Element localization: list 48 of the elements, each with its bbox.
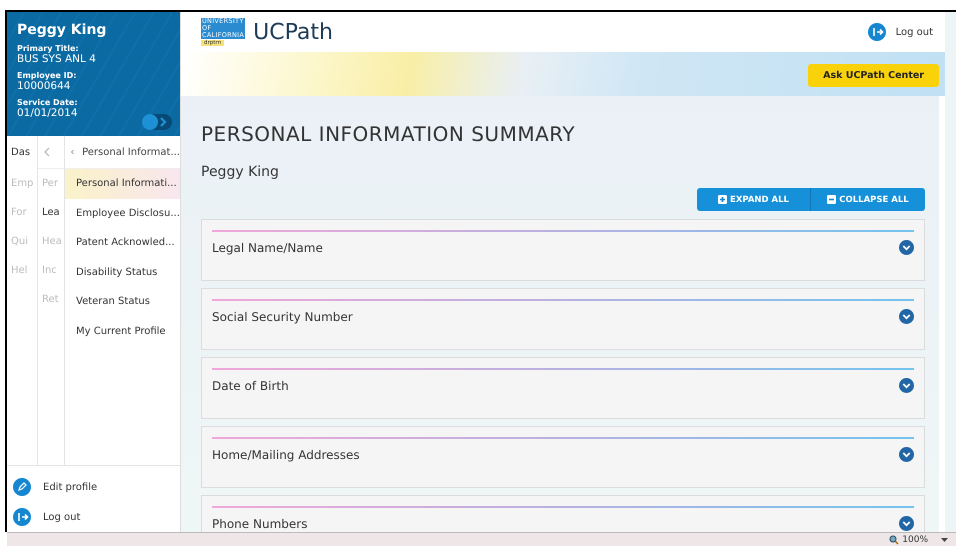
toggle-icon[interactable] xyxy=(142,114,172,130)
field-label: Primary Title: xyxy=(17,44,80,53)
accordion-card[interactable]: Home/Mailing Addresses xyxy=(201,426,925,488)
zoom-icon[interactable] xyxy=(889,534,900,544)
section-title: Date of Birth xyxy=(212,378,289,392)
plus-icon xyxy=(718,195,728,204)
menu-item[interactable]: Employee Disclosu... xyxy=(65,198,180,228)
chevron-down-icon[interactable] xyxy=(899,309,914,324)
zoom-level[interactable]: 100% xyxy=(902,534,928,544)
menu-item[interactable]: Das xyxy=(7,136,37,169)
section-title: Home/Mailing Addresses xyxy=(212,448,360,462)
menu-item[interactable]: Personal Informati... xyxy=(65,169,180,198)
chevron-down-icon[interactable] xyxy=(899,378,914,393)
logout-icon[interactable] xyxy=(13,508,31,526)
accordion-card[interactable]: Legal Name/Name xyxy=(201,219,925,281)
chevron-down-icon[interactable] xyxy=(899,516,914,531)
employee-name: Peggy King xyxy=(17,22,108,38)
field-value: 01/01/2014 xyxy=(17,107,79,119)
menu-item[interactable]: Disability Status xyxy=(65,258,180,287)
footer-link[interactable]: Edit profile xyxy=(43,482,98,492)
accordion-card[interactable]: Phone Numbers xyxy=(201,495,925,532)
section-title: Phone Numbers xyxy=(212,516,308,530)
dropdown-caret-icon[interactable] xyxy=(941,538,948,542)
accordion-card[interactable]: Date of Birth xyxy=(201,357,925,419)
field-value: BUS SYS ANL 4 xyxy=(17,53,97,65)
menu-item[interactable]: Veteran Status xyxy=(65,287,180,316)
person-name: Peggy King xyxy=(201,164,280,180)
chevron-down-icon[interactable] xyxy=(899,240,914,255)
chevron-down-icon[interactable] xyxy=(899,447,914,462)
accordion-card[interactable]: Social Security Number xyxy=(201,288,925,350)
menu-item[interactable]: Lea xyxy=(38,198,64,227)
menu-item[interactable]: Patent Acknowled... xyxy=(65,228,180,258)
field-label: Employee ID: xyxy=(17,71,78,80)
field-value: 10000644 xyxy=(17,80,72,92)
chevron-left-icon[interactable] xyxy=(71,147,74,157)
page-title: PERSONAL INFORMATION SUMMARY xyxy=(201,122,576,146)
logout-icon[interactable] xyxy=(868,23,886,41)
menu-item[interactable]: My Current Profile xyxy=(65,316,180,346)
section-title: Social Security Number xyxy=(212,310,353,324)
footer-link[interactable]: Log out xyxy=(43,512,80,522)
app-title: UCPath xyxy=(253,20,333,44)
logout-link[interactable]: Log out xyxy=(896,26,933,38)
pencil-icon[interactable] xyxy=(13,478,31,496)
back-link[interactable]: Personal Informat... xyxy=(82,146,180,158)
ask-button[interactable]: Ask UCPath Center xyxy=(808,64,939,86)
section-title: Legal Name/Name xyxy=(212,240,323,254)
minus-icon xyxy=(827,195,836,204)
field-label: Service Date: xyxy=(17,98,79,107)
